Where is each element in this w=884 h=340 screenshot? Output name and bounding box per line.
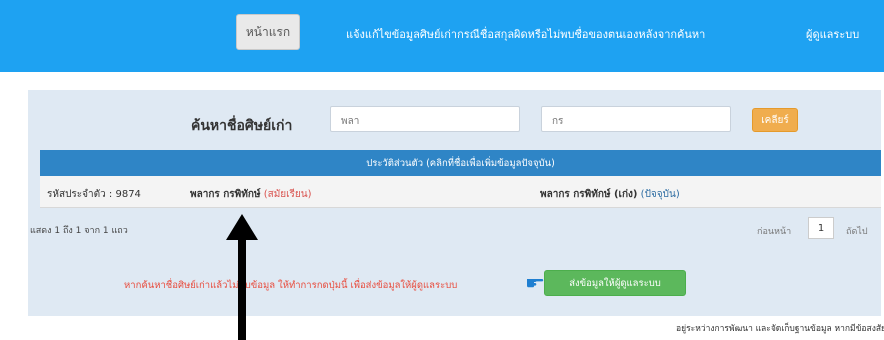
now-tag: (ปัจจุบัน) [640,189,680,200]
first-name-input[interactable]: พลา [330,106,520,132]
clear-button[interactable]: เคลียร์ [752,108,798,132]
page-number-button[interactable]: 1 [808,217,834,239]
prev-page-button[interactable]: ก่อนหน้า [757,224,791,238]
not-found-notice: หากค้นหาชื่อศิษย์เก่าแล้วไม่พบข้อมูล ให้… [124,280,458,291]
send-to-admin-button[interactable]: ส่งข้อมูลให้ผู้ดูแลระบบ [544,270,686,296]
annotation-arrow [226,214,258,340]
table-header: ประวัติส่วนตัว (คลิกที่ชื่อเพื่อเพิ่มข้อ… [40,150,881,176]
search-heading: ค้นหาชื่อศิษย์เก่า [191,118,293,134]
then-tag: (สมัยเรียน) [263,189,312,200]
student-name-then: พลากร กรพิทักษ์ [190,189,261,200]
page: หน้าแรก แจ้งแก้ไขข้อมูลศิษย์เก่ากรณีชื่อ… [0,0,884,340]
home-button[interactable]: หน้าแรก [236,14,300,50]
report-correction-link[interactable]: แจ้งแก้ไขข้อมูลศิษย์เก่ากรณีชื่อสกุลผิดห… [346,25,705,43]
next-page-button[interactable]: ถัดไป [846,224,868,238]
student-name-then-link[interactable]: พลากร กรพิทักษ์ (สมัยเรียน) [190,187,312,202]
top-navbar: หน้าแรก แจ้งแก้ไขข้อมูลศิษย์เก่ากรณีชื่อ… [0,0,884,72]
student-id: รหัสประจำตัว : 9874 [47,189,141,200]
student-name-now: พลากร กรพิทักษ์ (เก่ง) [540,189,638,200]
footer-text: อยู่ระหว่างการพัฒนา และจัดเก็บฐานข้อมูล … [676,324,884,334]
pointing-hand-icon [527,279,544,288]
student-name-now-link[interactable]: พลากร กรพิทักษ์ (เก่ง) (ปัจจุบัน) [540,187,680,202]
showing-count: แสดง 1 ถึง 1 จาก 1 แถว [30,226,128,236]
last-name-input[interactable]: กร [541,106,731,132]
table-row: รหัสประจำตัว : 9874 พลากร กรพิทักษ์ (สมั… [40,176,881,208]
table-header-label: ประวัติส่วนตัว (คลิกที่ชื่อเพื่อเพิ่มข้อ… [366,157,555,169]
admin-link[interactable]: ผู้ดูแลระบบ [806,25,859,43]
